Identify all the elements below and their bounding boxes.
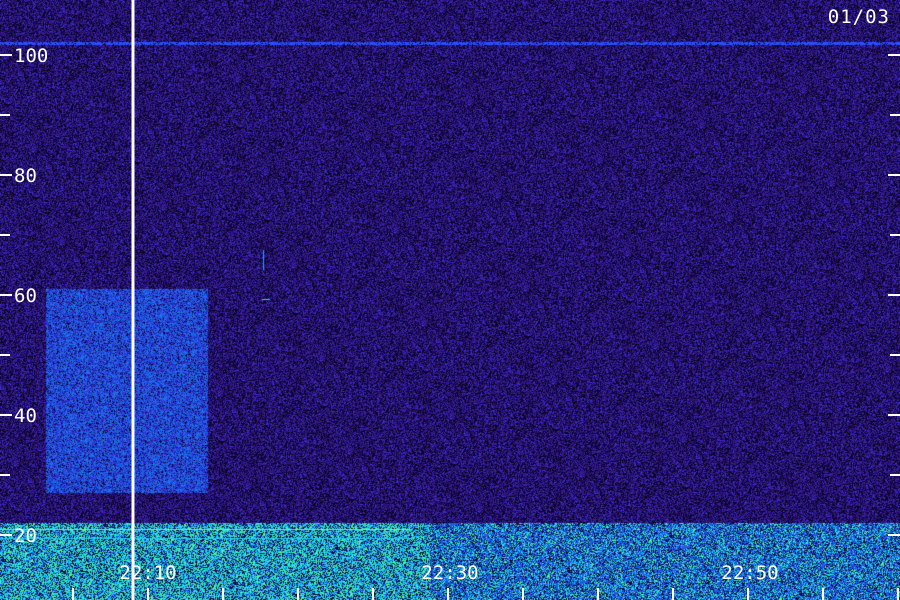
x-tick-label: 22:50 bbox=[721, 562, 778, 584]
x-tick-label: 22:10 bbox=[119, 562, 176, 584]
y-axis-right bbox=[888, 54, 900, 536]
y-tick-label: 80 bbox=[14, 165, 37, 187]
y-axis-left: 100 80 60 40 20 bbox=[0, 45, 48, 547]
y-tick-label: 100 bbox=[14, 45, 48, 67]
spectrogram-panel: 100 80 60 40 20 22:10 22:30 22:50 01/03 bbox=[0, 0, 900, 600]
date-label: 01/03 bbox=[827, 6, 890, 28]
spectrogram-overlay: 100 80 60 40 20 22:10 22:30 22:50 bbox=[0, 0, 900, 600]
y-tick-label: 60 bbox=[14, 285, 37, 307]
x-axis: 22:10 22:30 22:50 bbox=[72, 562, 899, 600]
y-tick-label: 20 bbox=[14, 525, 37, 547]
y-tick-label: 40 bbox=[14, 405, 37, 427]
x-tick-label: 22:30 bbox=[421, 562, 478, 584]
